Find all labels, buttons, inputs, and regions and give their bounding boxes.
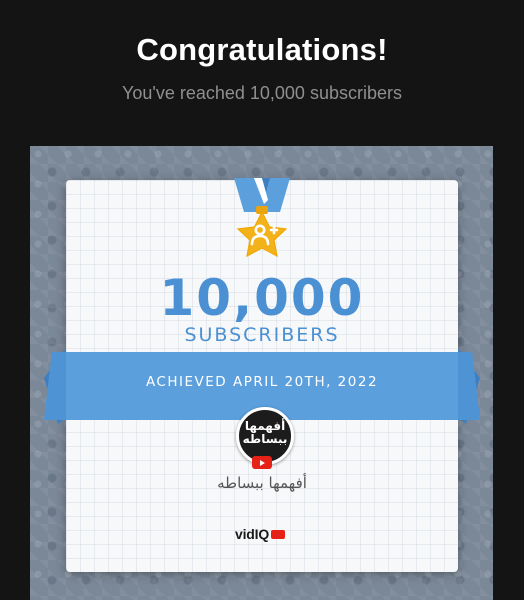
medal-star-icon [234, 178, 290, 258]
subscriber-count: 10,000 [159, 269, 365, 327]
channel-name: أفهمها ببساطه [217, 474, 307, 492]
achieved-date: ACHIEVED APRIL 20TH, 2022 [145, 374, 379, 390]
vidiq-logo: vidIQ [235, 526, 286, 542]
youtube-mini-icon [271, 529, 286, 539]
youtube-play-icon [252, 456, 272, 469]
vidiq-logo-text: vidIQ [235, 526, 270, 542]
page-subtitle: You've reached 10,000 subscribers [122, 83, 402, 103]
subscriber-label: SUBSCRIBERS [184, 324, 340, 346]
avatar-text-line2: ببساطه [242, 432, 288, 446]
page-title: Congratulations! [136, 32, 388, 67]
